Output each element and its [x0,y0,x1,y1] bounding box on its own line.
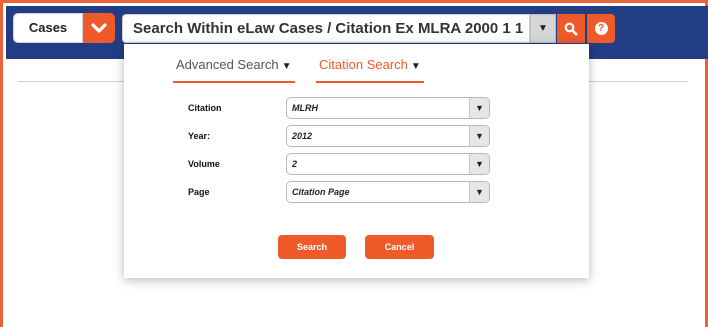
year-label: Year: [188,131,211,141]
search-dropdown-button[interactable]: ▼ [530,14,556,43]
caret-down-icon: ▼ [281,61,292,72]
dropdown-arrow-icon: ▼ [469,126,489,146]
search-input[interactable]: Search Within eLaw Cases / Citation Ex M… [122,14,530,43]
page-label: Page [188,187,210,197]
volume-value: 2 [292,159,298,169]
search-button[interactable] [557,14,585,43]
tab-underline [173,81,295,83]
search-submit-button[interactable]: Search [278,235,346,259]
dropdown-arrow-icon: ▼ [469,154,489,174]
tab-label: Advanced Search [176,57,279,72]
tab-citation-search[interactable]: Citation Search ▼ [316,57,424,83]
tab-label: Citation Search [319,57,408,72]
category-selector[interactable]: Cases [13,13,115,43]
page-value: Citation Page [292,187,350,197]
year-select[interactable]: 2012 ▼ [286,125,490,147]
help-button[interactable]: ? [587,14,615,43]
tab-underline [316,81,424,83]
cancel-button[interactable]: Cancel [365,235,434,259]
citation-value: MLRH [292,103,318,113]
tab-advanced-search[interactable]: Advanced Search ▼ [173,57,295,83]
citation-label: Citation [188,103,222,113]
citation-select[interactable]: MLRH ▼ [286,97,490,119]
caret-down-icon: ▼ [410,61,421,72]
year-value: 2012 [292,131,313,141]
volume-select[interactable]: 2 ▼ [286,153,490,175]
citation-search-panel: Advanced Search ▼ Citation Search ▼ Citati… [124,44,589,278]
page-select[interactable]: Citation Page ▼ [286,181,490,203]
cases-toggle-button[interactable] [83,13,115,43]
chevron-down-icon [91,23,107,33]
dropdown-arrow-icon: ▼ [469,98,489,118]
cases-button[interactable]: Cases [13,13,83,43]
search-icon [564,22,578,35]
help-icon: ? [594,22,608,35]
dropdown-arrow-icon: ▼ [469,182,489,202]
dropdown-arrow-icon: ▼ [538,23,548,34]
volume-label: Volume [188,159,220,169]
